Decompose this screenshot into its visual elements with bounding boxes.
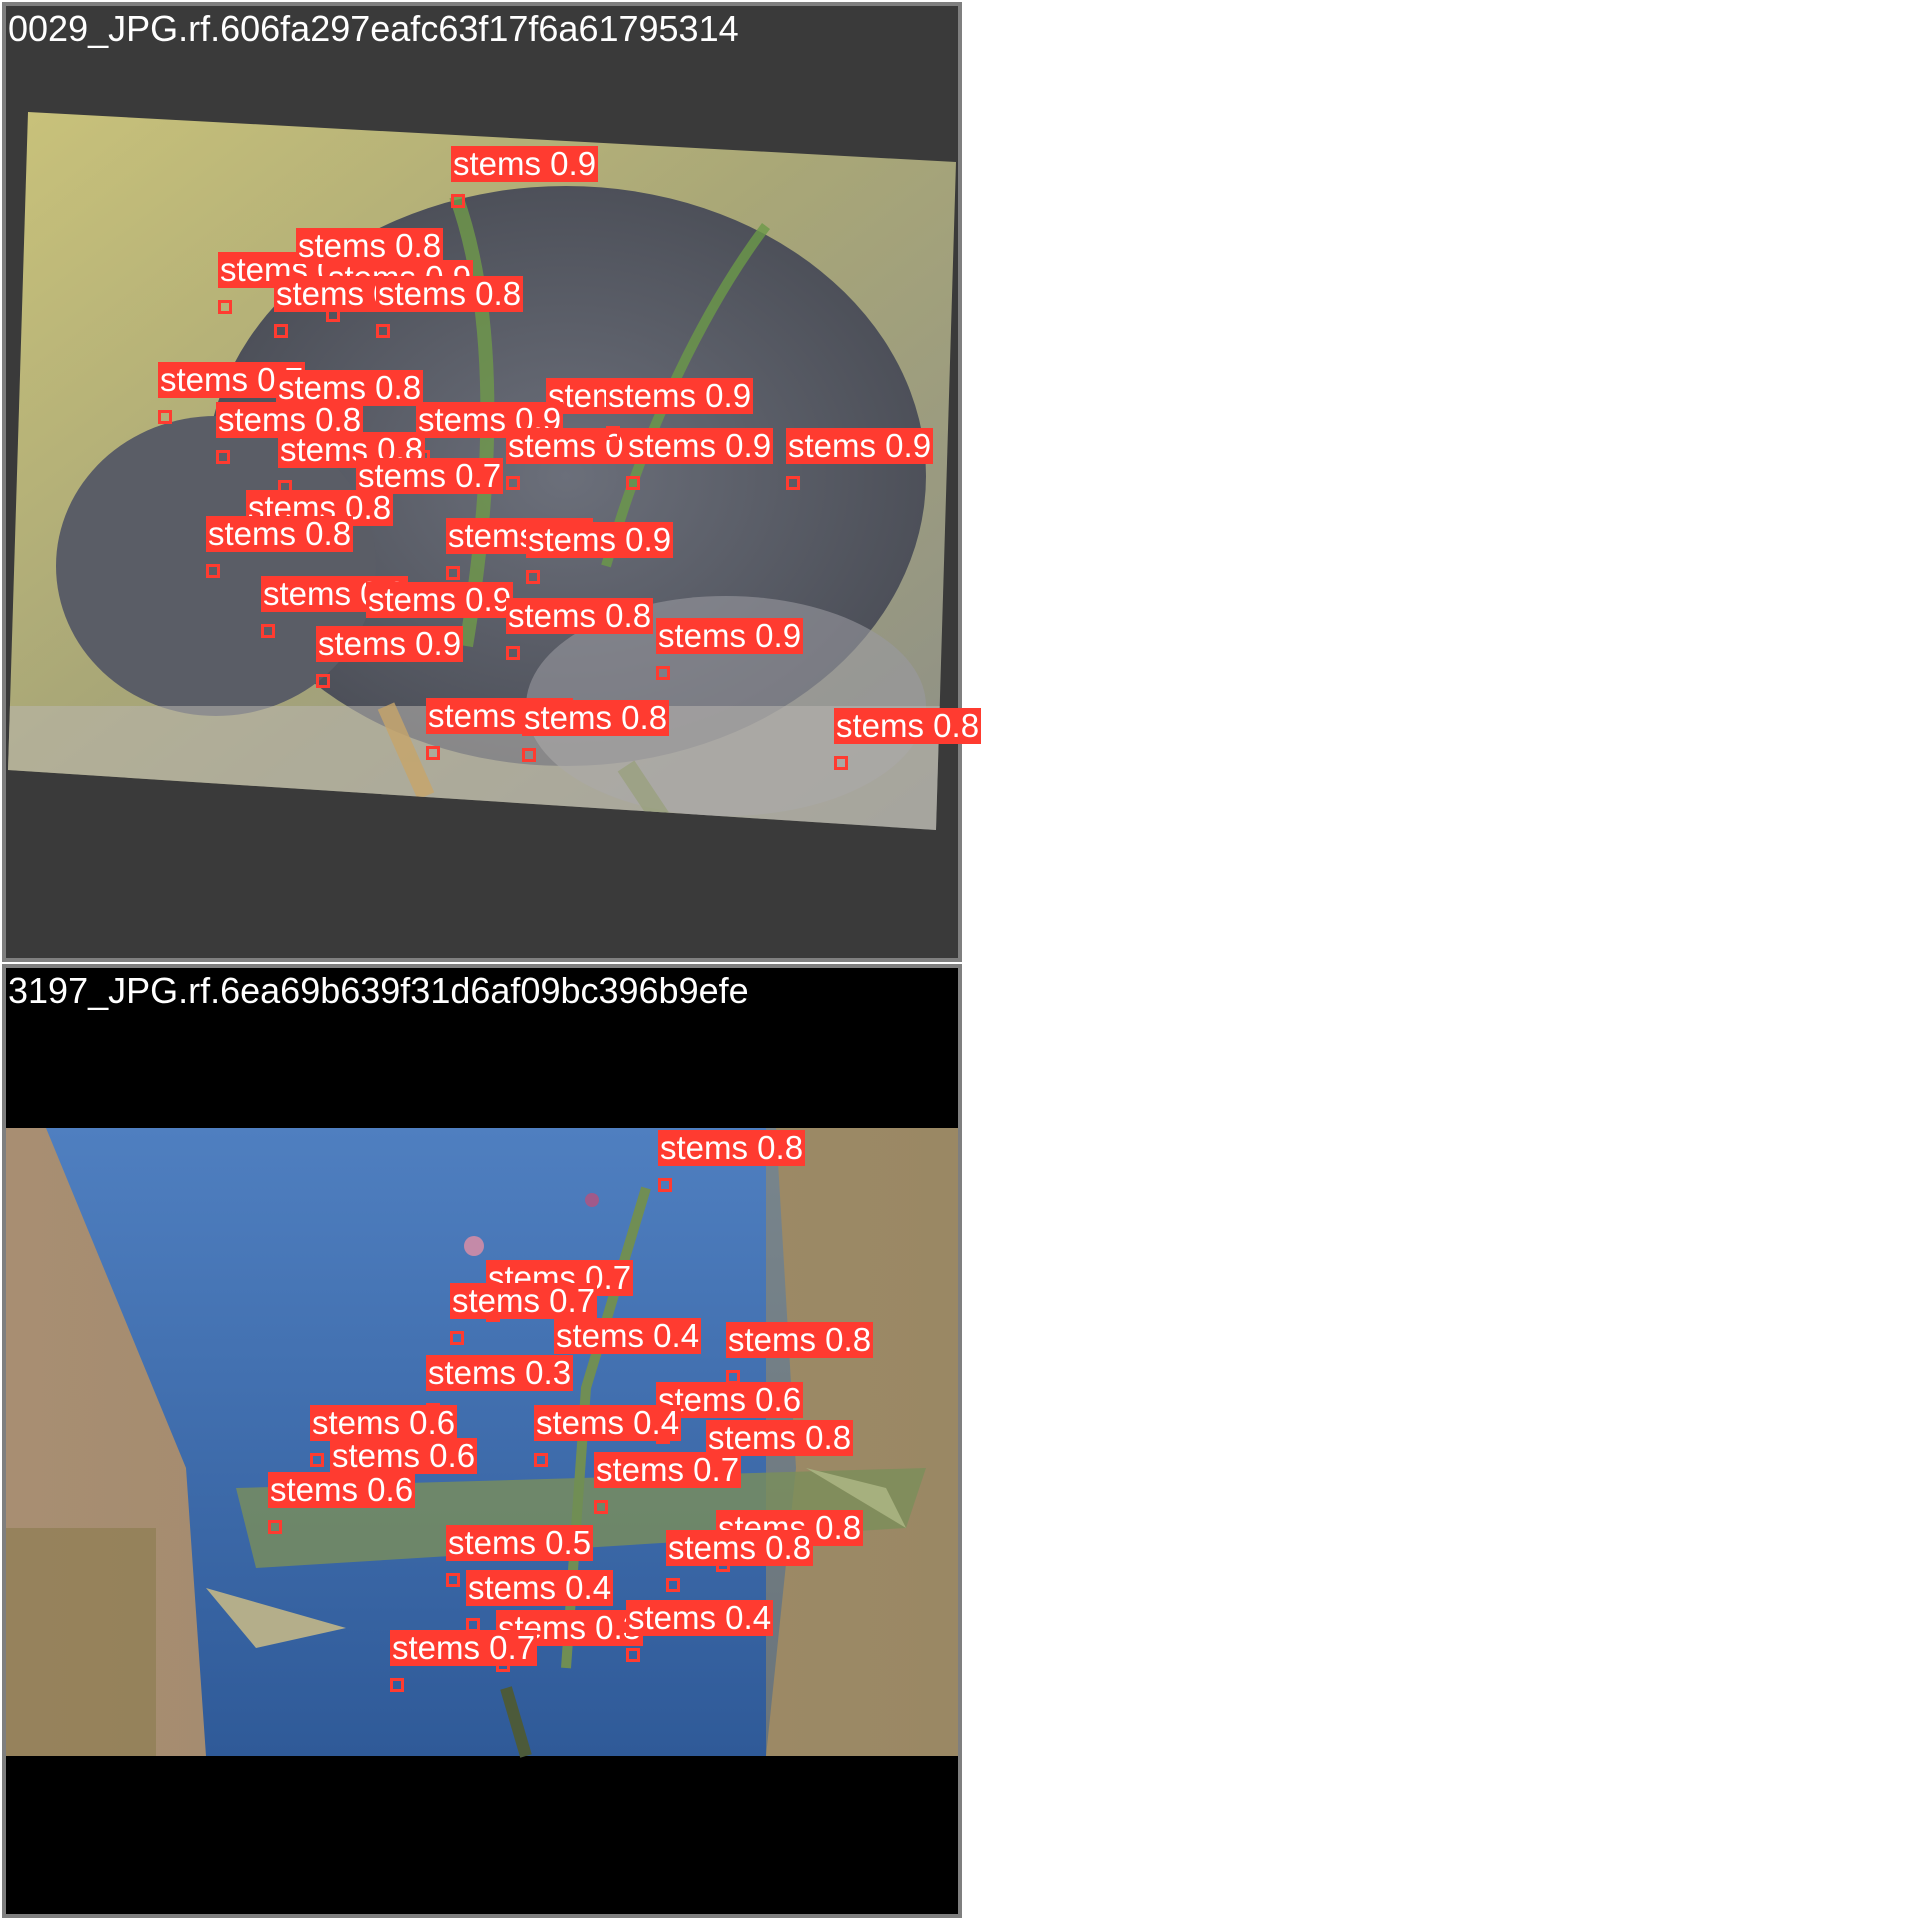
detection-box <box>656 666 670 680</box>
detection-box <box>310 1453 324 1467</box>
detection-box <box>658 1178 672 1192</box>
detection-label: stems 0.7 <box>390 1629 538 1666</box>
detection-box <box>522 748 536 762</box>
detection-box <box>506 476 520 490</box>
detection-label: stems 0.8 <box>522 699 670 736</box>
detection-box <box>158 410 172 424</box>
detection-label: stems 0.8 <box>658 1129 806 1166</box>
detection-label: stems 0.9 <box>786 427 934 464</box>
detection-label: stems 0.4 <box>626 1599 774 1636</box>
detection-label: stems 0.9 <box>366 581 514 618</box>
detection-label: stems 0.8 <box>376 275 524 312</box>
detection-label: stems 0.7 <box>594 1451 742 1488</box>
panel-2-title: 3197_JPG.rf.6ea69b639f31d6af09bc396b9efe <box>8 970 749 1011</box>
detection-box <box>451 194 465 208</box>
detection-box <box>450 1331 464 1345</box>
detection-label: stems 0.9 <box>606 377 754 414</box>
detection-box <box>786 476 800 490</box>
detection-box <box>390 1678 404 1692</box>
detection-box <box>626 1648 640 1662</box>
detection-label: stems 0.9 <box>451 145 599 182</box>
detection-label: stems 0.5 <box>446 1524 594 1561</box>
detection-box <box>594 1500 608 1514</box>
detection-label: stems 0.4 <box>534 1404 682 1441</box>
detection-box <box>666 1578 680 1592</box>
detection-box <box>626 476 640 490</box>
detection-label: stems 0.8 <box>726 1321 874 1358</box>
detection-label: stems 0.6 <box>268 1471 416 1508</box>
detection-label: stems 0.8 <box>206 515 354 552</box>
detection-box <box>446 1573 460 1587</box>
detection-box <box>218 300 232 314</box>
detection-box <box>446 566 460 580</box>
detection-box <box>526 570 540 584</box>
detection-label: stems 0.9 <box>656 617 804 654</box>
detection-label: stems 0.8 <box>834 707 982 744</box>
detection-box <box>534 1453 548 1467</box>
detection-label: stems 0.7 <box>450 1282 598 1319</box>
detection-label: stems 0.8 <box>666 1529 814 1566</box>
detection-box <box>506 646 520 660</box>
detection-box <box>261 624 275 638</box>
detection-box <box>216 450 230 464</box>
detection-box <box>274 324 288 338</box>
detection-label: stems 0.6 <box>330 1437 478 1474</box>
detection-label: stems 0.8 <box>506 597 654 634</box>
detection-box <box>268 1520 282 1534</box>
detection-label: stems 0.9 <box>626 427 774 464</box>
detection-label: stems 0.9 <box>316 625 464 662</box>
detection-box <box>834 756 848 770</box>
detection-label: stems 0.3 <box>426 1354 574 1391</box>
panel-1-title: 0029_JPG.rf.606fa297eafc63f17f6a61795314 <box>8 8 739 49</box>
detection-box <box>316 674 330 688</box>
detection-box <box>376 324 390 338</box>
detection-label: stems 0.9 <box>526 521 674 558</box>
detection-label: stems 0.4 <box>466 1569 614 1606</box>
detection-box <box>426 746 440 760</box>
detection-box <box>606 426 620 440</box>
detection-label: stems 0.4 <box>554 1317 702 1354</box>
detection-box <box>206 564 220 578</box>
detection-label: stems 0.6 <box>310 1404 458 1441</box>
